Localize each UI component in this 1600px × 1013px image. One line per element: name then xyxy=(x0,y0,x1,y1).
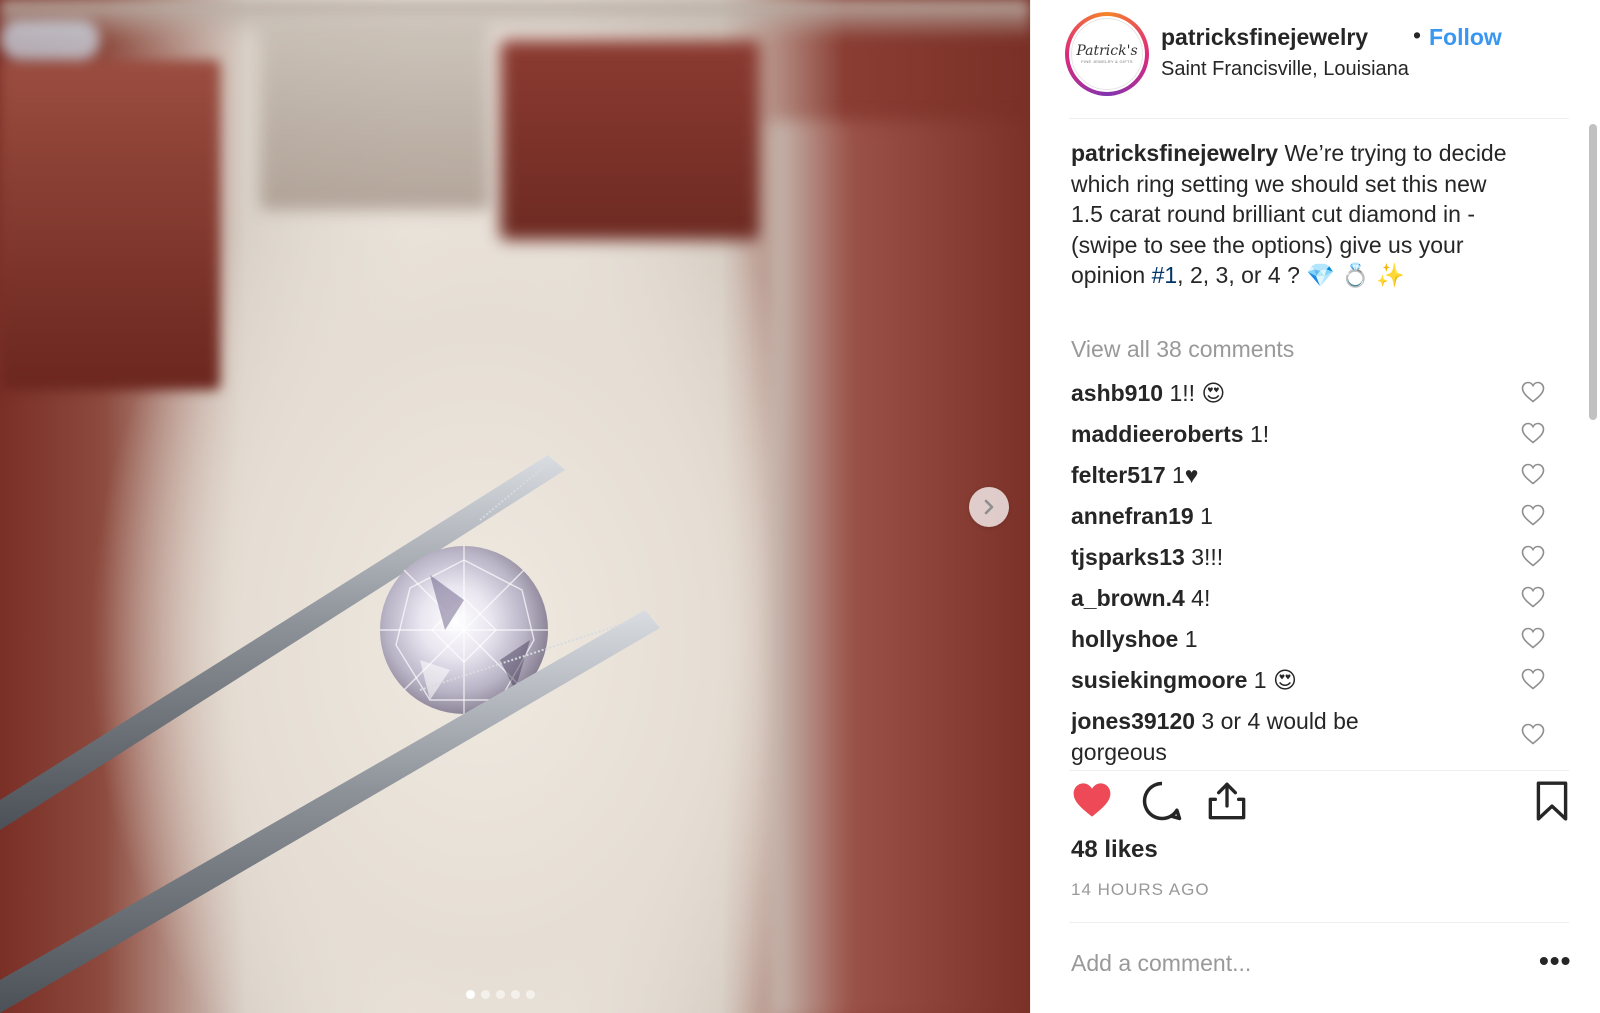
header-separator: • xyxy=(1413,22,1422,48)
logo-text: Patrick's xyxy=(1076,43,1138,59)
heart-filled-icon xyxy=(1073,783,1111,817)
chevron-right-icon xyxy=(984,499,994,515)
location-link[interactable]: Saint Francisville, Louisiana xyxy=(1161,58,1409,81)
comment-text: 1♥ xyxy=(1172,462,1199,488)
comment-row: susiekingmoore 1 😍 xyxy=(1071,665,1591,696)
comment-text: 3!!! xyxy=(1191,544,1224,570)
carousel-dot xyxy=(466,990,475,999)
avatar-image: Patrick's FINE JEWELRY & GIFTS xyxy=(1069,16,1145,92)
caption-username-link[interactable]: patricksfinejewelry xyxy=(1071,140,1278,166)
comment-row: a_brown.4 4! xyxy=(1071,583,1591,614)
comment-button[interactable] xyxy=(1141,780,1183,822)
like-button[interactable] xyxy=(1071,780,1113,820)
comment-row: felter517 1♥ xyxy=(1071,460,1591,491)
comment-username-link[interactable]: a_brown.4 xyxy=(1071,585,1185,611)
comment-row: ashb910 1!! 😍 xyxy=(1071,378,1591,409)
heart-outline-icon[interactable] xyxy=(1521,463,1545,485)
comment-row: jones39120 3 or 4 would be gorgeous xyxy=(1071,706,1591,766)
logo-subtext: FINE JEWELRY & GIFTS xyxy=(1081,59,1133,64)
add-comment-input[interactable] xyxy=(1071,946,1501,980)
save-button[interactable] xyxy=(1535,780,1569,822)
header-username-link[interactable]: patricksfinejewelry xyxy=(1161,24,1368,51)
share-upload-icon xyxy=(1208,782,1246,820)
heart-outline-icon[interactable] xyxy=(1521,381,1545,403)
avatar[interactable]: Patrick's FINE JEWELRY & GIFTS xyxy=(1065,12,1149,96)
view-all-comments-link[interactable]: View all 38 comments xyxy=(1071,336,1294,363)
comment-row: hollyshoe 1 xyxy=(1071,624,1591,655)
comment-row: tjsparks13 3!!! xyxy=(1071,542,1591,573)
follow-button[interactable]: Follow xyxy=(1429,24,1502,51)
carousel-next-button[interactable] xyxy=(969,487,1009,527)
comment-text: 1! xyxy=(1249,421,1270,447)
heart-outline-icon[interactable] xyxy=(1521,422,1545,444)
bookmark-icon xyxy=(1536,781,1568,821)
carousel-dot xyxy=(526,990,535,999)
post-photo[interactable] xyxy=(0,0,1030,1013)
diamond-in-tweezers-image xyxy=(0,455,660,1013)
heart-outline-icon[interactable] xyxy=(1521,723,1545,745)
more-options-button[interactable]: ••• xyxy=(1539,945,1571,977)
comment-row: annefran19 1 xyxy=(1071,501,1591,532)
carousel-dot xyxy=(496,990,505,999)
share-button[interactable] xyxy=(1207,780,1247,822)
speech-bubble-icon xyxy=(1142,781,1182,821)
comment-username-link[interactable]: hollyshoe xyxy=(1071,626,1178,652)
comment-username-link[interactable]: maddieeroberts xyxy=(1071,421,1244,447)
post-actions xyxy=(1071,780,1571,830)
carousel-dot xyxy=(481,990,490,999)
heart-outline-icon[interactable] xyxy=(1521,586,1545,608)
store-logo: Patrick's FINE JEWELRY & GIFTS xyxy=(1071,18,1143,90)
heart-outline-icon[interactable] xyxy=(1521,504,1545,526)
comment-username-link[interactable]: felter517 xyxy=(1071,462,1166,488)
comment-box-divider xyxy=(1069,922,1569,923)
carousel-indicator xyxy=(466,990,535,999)
comment-username-link[interactable]: annefran19 xyxy=(1071,503,1194,529)
comment-text: 1 xyxy=(1184,626,1198,652)
comment-row: maddieeroberts 1! xyxy=(1071,419,1591,450)
post-caption: patricksfinejewelry We’re trying to deci… xyxy=(1071,138,1521,291)
comment-username-link[interactable]: tjsparks13 xyxy=(1071,544,1185,570)
comment-text: 1!! 😍 xyxy=(1169,380,1226,406)
likes-count[interactable]: 48 likes xyxy=(1071,836,1158,864)
comment-text: 4! xyxy=(1191,585,1211,611)
comments-scrollbar[interactable] xyxy=(1589,124,1597,420)
post-header: Patrick's FINE JEWELRY & GIFTS patricksf… xyxy=(1065,12,1565,96)
post-timestamp[interactable]: 14 HOURS AGO xyxy=(1071,880,1210,900)
comments-list[interactable]: patricksfinejewelry We’re trying to deci… xyxy=(1071,118,1591,766)
heart-outline-icon[interactable] xyxy=(1521,627,1545,649)
comment-username-link[interactable]: jones39120 xyxy=(1071,708,1195,734)
carousel-dot xyxy=(511,990,520,999)
post-side-panel: Patrick's FINE JEWELRY & GIFTS patricksf… xyxy=(1030,0,1600,1013)
heart-outline-icon[interactable] xyxy=(1521,668,1545,690)
heart-outline-icon[interactable] xyxy=(1521,545,1545,567)
comment-text: 1 xyxy=(1200,503,1213,529)
caption-text-end: , 2, 3, or 4 ? 💎 💍 ✨ xyxy=(1177,262,1405,288)
comment-username-link[interactable]: susiekingmoore xyxy=(1071,667,1247,693)
comment-text: 1 😍 xyxy=(1253,667,1297,693)
hashtag-link[interactable]: #1 xyxy=(1152,262,1178,288)
actions-divider xyxy=(1069,770,1569,771)
comment-username-link[interactable]: ashb910 xyxy=(1071,380,1163,406)
